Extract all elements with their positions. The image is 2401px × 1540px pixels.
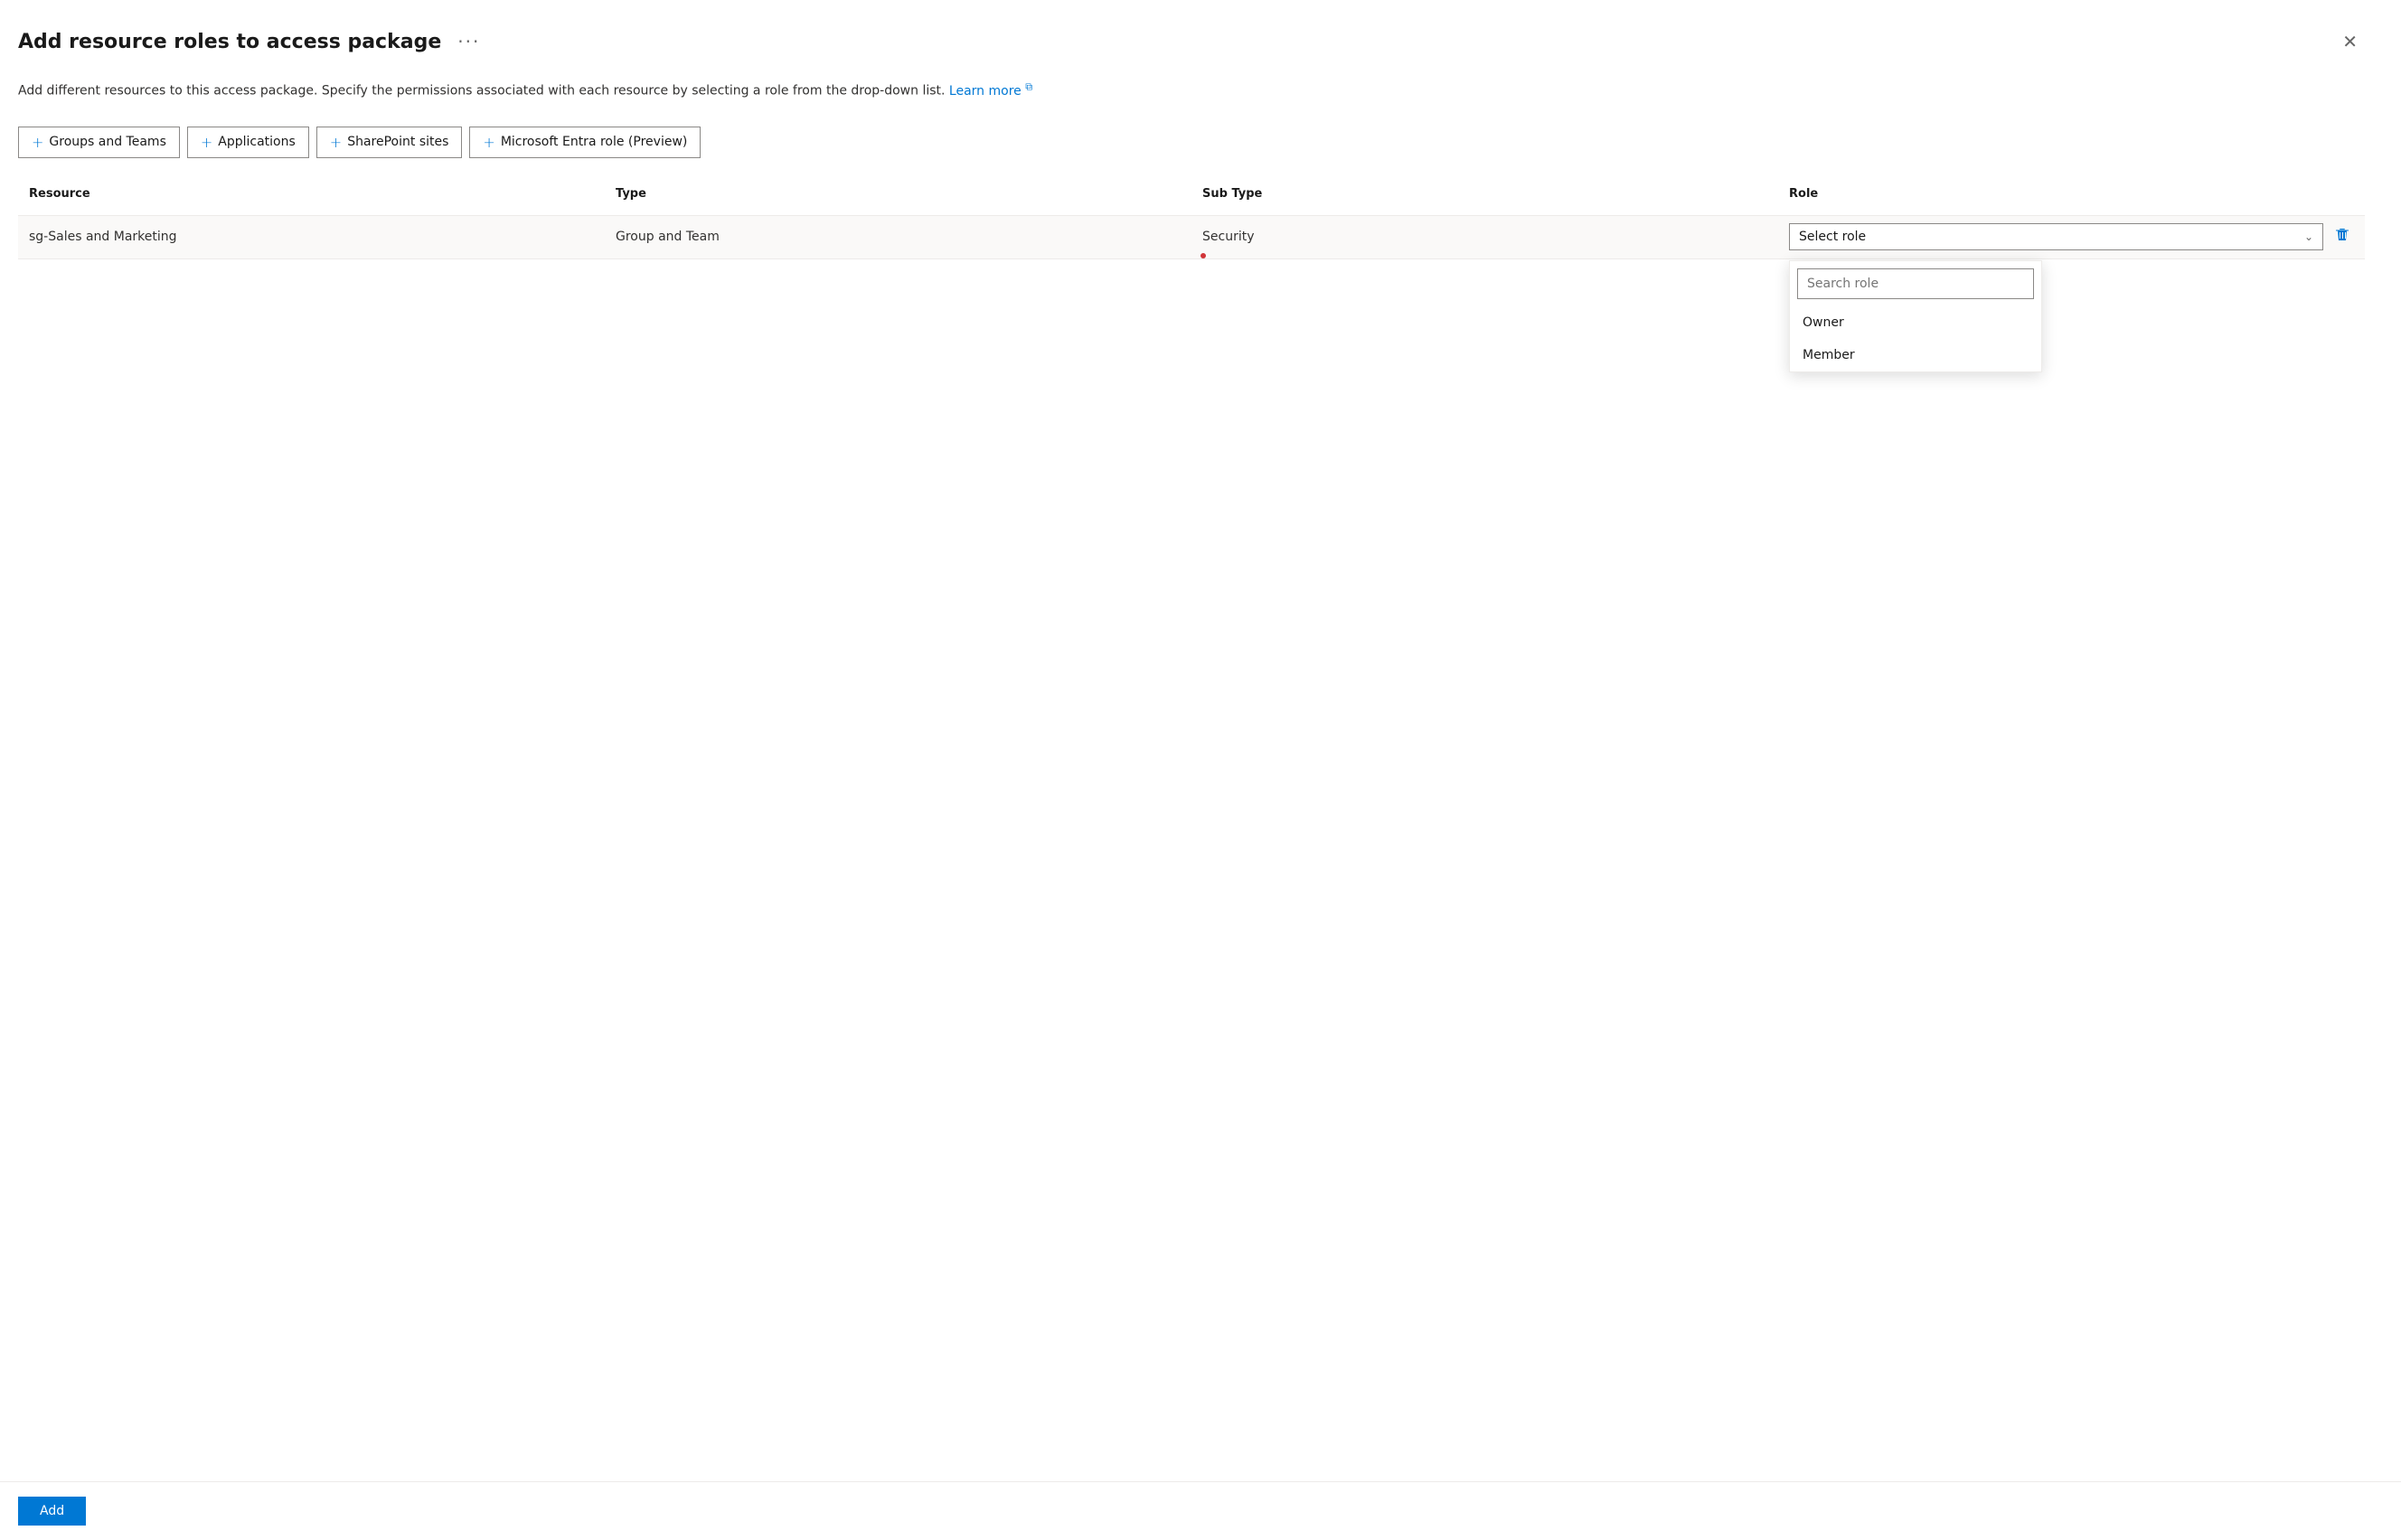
col-header-subtype: Sub Type xyxy=(1191,180,1778,208)
external-link-icon: ⧉ xyxy=(1025,80,1032,92)
entra-button[interactable]: + Microsoft Entra role (Preview) xyxy=(469,127,701,158)
groups-teams-label: Groups and Teams xyxy=(49,135,165,149)
select-role-button[interactable]: Select role ⌄ xyxy=(1789,223,2323,250)
validation-dot xyxy=(1200,253,1206,258)
footer: Add xyxy=(0,1481,2401,1540)
dialog-container: Add resource roles to access package ···… xyxy=(0,0,2401,1540)
subtype-cell: Security xyxy=(1191,221,1778,253)
close-button[interactable]: ✕ xyxy=(2335,29,2365,54)
more-options-button[interactable]: ··· xyxy=(452,29,485,54)
type-cell: Group and Team xyxy=(605,221,1191,253)
plus-icon-entra: + xyxy=(483,134,494,151)
plus-icon-groups: + xyxy=(32,134,43,151)
col-header-resource: Resource xyxy=(18,180,605,208)
plus-icon-applications: + xyxy=(201,134,212,151)
description: Add different resources to this access p… xyxy=(18,80,2365,101)
dialog-title-row: Add resource roles to access package ··· xyxy=(18,29,485,54)
role-cell: Select role ⌄ Owner Member xyxy=(1778,216,2365,258)
table-header: Resource Type Sub Type Role xyxy=(18,180,2365,216)
plus-icon-sharepoint: + xyxy=(330,134,342,151)
trash-icon xyxy=(2334,227,2350,243)
learn-more-link[interactable]: Learn more ⧉ xyxy=(949,84,1032,99)
resource-table: Resource Type Sub Type Role sg-Sales and… xyxy=(18,180,2365,259)
applications-label: Applications xyxy=(218,135,296,149)
applications-button[interactable]: + Applications xyxy=(187,127,309,158)
dialog-header: Add resource roles to access package ···… xyxy=(18,29,2365,54)
add-button[interactable]: Add xyxy=(18,1497,86,1526)
resource-button-row: + Groups and Teams + Applications + Shar… xyxy=(18,127,2365,158)
role-dropdown-menu: Owner Member xyxy=(1789,260,2042,372)
dialog-title: Add resource roles to access package xyxy=(18,31,441,53)
select-role-label: Select role xyxy=(1799,230,1866,244)
sharepoint-label: SharePoint sites xyxy=(347,135,448,149)
col-header-role: Role xyxy=(1778,180,2365,208)
resource-cell: sg-Sales and Marketing xyxy=(18,221,605,253)
role-option-owner[interactable]: Owner xyxy=(1790,306,2041,339)
chevron-down-icon: ⌄ xyxy=(2304,230,2313,243)
table-row: sg-Sales and Marketing Group and Team Se… xyxy=(18,216,2365,259)
search-role-input[interactable] xyxy=(1797,268,2034,299)
role-option-member[interactable]: Member xyxy=(1790,339,2041,371)
col-header-type: Type xyxy=(605,180,1191,208)
delete-row-button[interactable] xyxy=(2330,223,2354,251)
entra-label: Microsoft Entra role (Preview) xyxy=(501,135,688,149)
groups-teams-button[interactable]: + Groups and Teams xyxy=(18,127,180,158)
sharepoint-button[interactable]: + SharePoint sites xyxy=(316,127,463,158)
